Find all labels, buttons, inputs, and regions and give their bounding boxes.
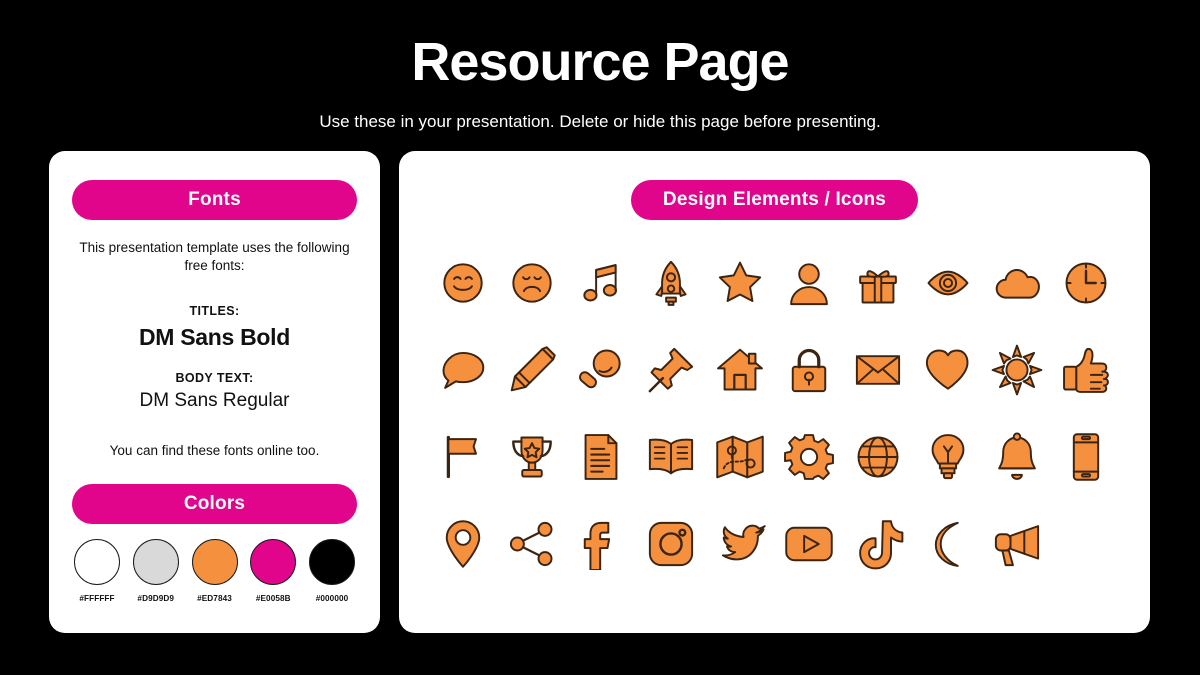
- rocket-icon[interactable]: [643, 255, 699, 311]
- titles-font-label: TITLES:: [189, 304, 240, 318]
- page-title: Resource Page: [411, 32, 789, 92]
- location-pin-icon[interactable]: [435, 516, 491, 572]
- speech-bubble-icon[interactable]: [435, 342, 491, 398]
- color-swatch-hex-label: #E0058B: [255, 594, 291, 603]
- color-swatch-hex-label: #ED7843: [197, 594, 232, 603]
- share-icon[interactable]: [504, 516, 560, 572]
- fonts-intro-text: This presentation template uses the foll…: [79, 240, 350, 273]
- thumbs-up-icon[interactable]: [1058, 342, 1114, 398]
- titles-font-value: DM Sans Bold: [138, 324, 291, 350]
- color-swatch-dot: [191, 539, 238, 585]
- book-icon[interactable]: [643, 429, 699, 485]
- design-elements-panel: Design Elements / Icons: [399, 151, 1150, 633]
- trophy-icon[interactable]: [504, 429, 560, 485]
- color-swatch-hex-label: #D9D9D9: [137, 594, 175, 603]
- color-swatch: #000000: [307, 539, 357, 603]
- smartphone-icon[interactable]: [1058, 429, 1114, 485]
- fonts-and-colors-panel: Fonts This presentation template uses th…: [49, 151, 380, 633]
- twitter-icon[interactable]: [712, 516, 768, 572]
- sad-face-icon[interactable]: [504, 255, 560, 311]
- house-icon[interactable]: [712, 342, 768, 398]
- page-subtitle: Use these in your presentation. Delete o…: [319, 112, 881, 131]
- globe-icon[interactable]: [850, 429, 906, 485]
- moon-icon[interactable]: [920, 516, 976, 572]
- lightbulb-icon[interactable]: [920, 429, 976, 485]
- color-swatch-dot: [132, 539, 179, 585]
- envelope-icon[interactable]: [850, 342, 906, 398]
- sun-icon[interactable]: [989, 342, 1045, 398]
- instagram-icon[interactable]: [643, 516, 699, 572]
- cloud-icon[interactable]: [989, 255, 1045, 311]
- fonts-heading-label: Fonts: [188, 189, 241, 210]
- body-font-value: DM Sans Regular: [139, 390, 290, 411]
- flag-icon[interactable]: [435, 429, 491, 485]
- person-icon[interactable]: [781, 255, 837, 311]
- smiley-face-icon[interactable]: [435, 255, 491, 311]
- gear-icon[interactable]: [781, 429, 837, 485]
- color-swatch-hex-label: #000000: [315, 594, 349, 603]
- eye-icon[interactable]: [920, 255, 976, 311]
- body-font-label: BODY TEXT:: [175, 371, 254, 385]
- color-swatch: #FFFFFF: [72, 539, 122, 603]
- color-swatch-hex-label: #FFFFFF: [79, 594, 115, 603]
- document-icon[interactable]: [573, 429, 629, 485]
- magnifying-glass-icon[interactable]: [573, 342, 629, 398]
- lock-icon[interactable]: [781, 342, 837, 398]
- gift-icon[interactable]: [850, 255, 906, 311]
- icon-grid: [428, 239, 1121, 587]
- color-swatch: #ED7843: [190, 539, 240, 603]
- color-swatch-dot: [74, 539, 120, 585]
- color-swatch: #E0058B: [248, 539, 298, 603]
- color-swatch-dot: [309, 539, 355, 585]
- map-icon[interactable]: [712, 429, 768, 485]
- star-icon[interactable]: [712, 255, 768, 311]
- resource-page-slide: Resource Page Use these in your presenta…: [0, 0, 1200, 675]
- tiktok-icon[interactable]: [850, 516, 906, 572]
- clock-icon[interactable]: [1058, 255, 1114, 311]
- music-note-icon[interactable]: [573, 255, 629, 311]
- color-swatch-list: #FFFFFF #D9D9D9 #ED7843 #E0058B #000000: [72, 539, 357, 603]
- pencil-icon[interactable]: [504, 342, 560, 398]
- fonts-note-text: You can find these fonts online too.: [109, 443, 320, 458]
- color-swatch: #D9D9D9: [131, 539, 181, 603]
- heart-icon[interactable]: [920, 342, 976, 398]
- colors-heading-label: Colors: [183, 493, 246, 514]
- megaphone-icon[interactable]: [989, 516, 1045, 572]
- icons-heading-label: Design Elements / Icons: [662, 189, 887, 210]
- color-swatch-dot: [250, 539, 297, 585]
- fonts-heading-pill: Fonts: [72, 180, 357, 220]
- colors-heading-pill: Colors: [72, 484, 357, 524]
- facebook-icon[interactable]: [573, 516, 629, 572]
- bell-icon[interactable]: [989, 429, 1045, 485]
- youtube-icon[interactable]: [781, 516, 837, 572]
- pushpin-icon[interactable]: [643, 342, 699, 398]
- icons-heading-pill: Design Elements / Icons: [631, 180, 918, 220]
